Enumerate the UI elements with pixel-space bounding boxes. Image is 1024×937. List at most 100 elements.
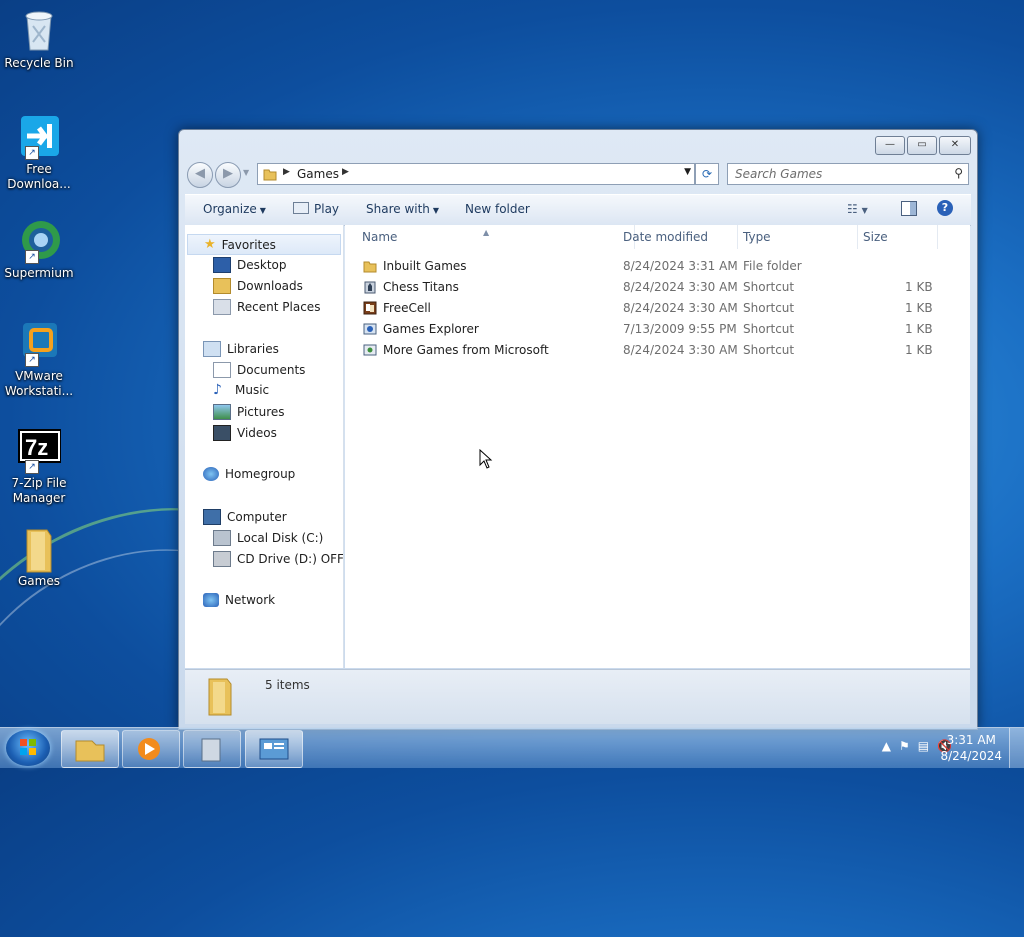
search-placeholder: Search Games [735, 167, 823, 181]
desktop-icon-vmware[interactable]: ↗ VMware Workstati... [4, 321, 74, 399]
shortcut-arrow-icon: ↗ [25, 460, 39, 474]
recycle-app-icon [201, 738, 221, 762]
network-status-icon[interactable]: ▤ [918, 739, 929, 753]
navigation-pane: ★ Favorites Desktop Downloads Recent Pla… [185, 225, 344, 668]
desktop-icon-7zip[interactable]: 7z ↗ 7-Zip File Manager [4, 428, 74, 506]
action-center-flag-icon[interactable]: ⚑ [899, 739, 910, 753]
nav-computer[interactable]: Computer [203, 509, 287, 525]
file-type: File folder [743, 259, 802, 273]
nav-favorites[interactable]: ★ Favorites [187, 234, 341, 255]
hard-drive-icon [213, 530, 231, 546]
search-input[interactable]: Search Games ⚲ [727, 163, 969, 185]
search-icon[interactable]: ⚲ [954, 166, 963, 180]
desktop-icon-recycle-bin[interactable]: Recycle Bin [4, 8, 74, 71]
libraries-icon [203, 341, 221, 357]
window-controls: — ▭ ✕ [875, 136, 971, 155]
recent-pages-dropdown[interactable]: ▼ [243, 168, 249, 177]
nav-libraries[interactable]: Libraries [203, 341, 279, 357]
refresh-button[interactable]: ⟳ [695, 163, 719, 185]
chess-titans-icon [363, 280, 377, 294]
nav-cd-drive[interactable]: CD Drive (D:) OFFICE [213, 551, 343, 567]
table-row[interactable]: More Games from Microsoft 8/24/2024 3:30… [345, 340, 945, 361]
nav-label: Recent Places [237, 300, 321, 314]
taskbar-media-player-button[interactable] [122, 730, 180, 768]
documents-icon [213, 362, 231, 378]
sort-ascending-icon: ▲ [483, 228, 490, 237]
nav-videos[interactable]: Videos [213, 425, 277, 441]
command-bar: Organize ▼ Play Share with ▼ New folder ☷ … [185, 194, 971, 226]
desktop-icon-free-download[interactable]: ↗ Free Downloa... [4, 114, 74, 192]
nav-network[interactable]: Network [203, 593, 275, 607]
breadcrumb-separator-icon[interactable]: ▶ [283, 167, 290, 177]
7zip-icon: 7z ↗ [17, 428, 62, 474]
breadcrumb-separator-icon[interactable]: ▶ [342, 167, 349, 177]
desktop-icon-label: Manager [12, 491, 66, 505]
desktop-icon-supermium[interactable]: ↗ Supermium [4, 218, 74, 281]
organize-button[interactable]: Organize ▼ [203, 202, 266, 216]
nav-desktop[interactable]: Desktop [213, 257, 287, 273]
nav-pictures[interactable]: Pictures [213, 404, 285, 420]
maximize-button[interactable]: ▭ [907, 136, 937, 155]
address-dropdown-icon[interactable]: ▼ [684, 167, 691, 177]
clock[interactable]: 3:31 AM 8/24/2024 [940, 732, 1002, 764]
recycle-bin-icon [17, 8, 61, 52]
desktop-icon-games[interactable]: Games [4, 526, 74, 589]
column-header-date-modified[interactable]: Date modified [617, 225, 738, 249]
explorer-window: — ▭ ✕ ◀ ▶ ▼ ▶ Games ▶ ▼ ⟳ Search Games ⚲… [178, 129, 978, 730]
nav-local-disk[interactable]: Local Disk (C:) [213, 530, 323, 546]
file-date: 8/24/2024 3:31 AM [623, 259, 738, 273]
nav-homegroup[interactable]: Homegroup [203, 467, 295, 481]
help-button[interactable]: ? [937, 200, 953, 216]
nav-downloads[interactable]: Downloads [213, 278, 303, 294]
show-hidden-icons-icon[interactable]: ▲ [882, 739, 891, 753]
column-header-name[interactable]: ▲ Name [345, 225, 635, 249]
nav-label: Homegroup [225, 467, 296, 481]
play-button[interactable]: Play [293, 202, 339, 216]
file-size: 1 KB [905, 280, 933, 294]
file-date: 7/13/2009 9:55 PM [623, 322, 737, 336]
taskbar-control-panel-button[interactable] [245, 730, 303, 768]
table-row[interactable]: FreeCell 8/24/2024 3:30 AM Shortcut 1 KB [345, 298, 945, 319]
table-row[interactable]: Games Explorer 7/13/2009 9:55 PM Shortcu… [345, 319, 945, 340]
file-size: 1 KB [905, 301, 933, 315]
forward-button[interactable]: ▶ [215, 162, 241, 188]
close-button[interactable]: ✕ [939, 136, 971, 155]
nav-recent-places[interactable]: Recent Places [213, 299, 320, 315]
file-size: 1 KB [905, 343, 933, 357]
column-label: Name [362, 230, 398, 244]
file-name: More Games from Microsoft [383, 343, 549, 357]
share-with-button[interactable]: Share with ▼ [366, 202, 439, 216]
taskbar-explorer-button[interactable] [61, 730, 119, 768]
nav-label: Libraries [227, 342, 279, 356]
new-folder-button[interactable]: New folder [465, 202, 530, 216]
column-header-size[interactable]: Size [857, 225, 938, 249]
clock-date: 8/24/2024 [940, 749, 1002, 763]
recent-places-icon [213, 299, 231, 315]
nav-documents[interactable]: Documents [213, 362, 305, 378]
breadcrumb-games[interactable]: Games [297, 167, 339, 181]
desktop-icon-label: Workstati... [4, 384, 74, 398]
address-bar[interactable]: ▶ Games ▶ ▼ [257, 163, 695, 185]
taskbar-app-button[interactable] [183, 730, 241, 768]
start-button[interactable] [6, 730, 50, 766]
share-with-label: Share with [366, 202, 430, 216]
network-icon [203, 593, 219, 607]
folder-icon [263, 167, 277, 184]
preview-pane-button[interactable] [901, 201, 917, 219]
table-row[interactable]: Inbuilt Games 8/24/2024 3:31 AM File fol… [345, 256, 945, 277]
taskbar: ▲ ⚑ ▤ 🔇 3:31 AM 8/24/2024 [0, 727, 1024, 768]
nav-label: Network [225, 593, 276, 607]
back-button[interactable]: ◀ [187, 162, 213, 188]
nav-music[interactable]: ♪ Music [213, 383, 269, 397]
minimize-button[interactable]: — [875, 136, 905, 155]
downloads-folder-icon [213, 278, 231, 294]
play-label: Play [314, 202, 340, 216]
nav-label: Documents [237, 363, 306, 377]
column-header-type[interactable]: Type [737, 225, 858, 249]
view-options-button[interactable]: ☷ ▼ [847, 202, 868, 216]
table-row[interactable]: Chess Titans 8/24/2024 3:30 AM Shortcut … [345, 277, 945, 298]
nav-label: Music [235, 383, 270, 397]
folder-icon [17, 526, 61, 573]
computer-icon [203, 509, 221, 525]
show-desktop-button[interactable] [1009, 728, 1024, 768]
